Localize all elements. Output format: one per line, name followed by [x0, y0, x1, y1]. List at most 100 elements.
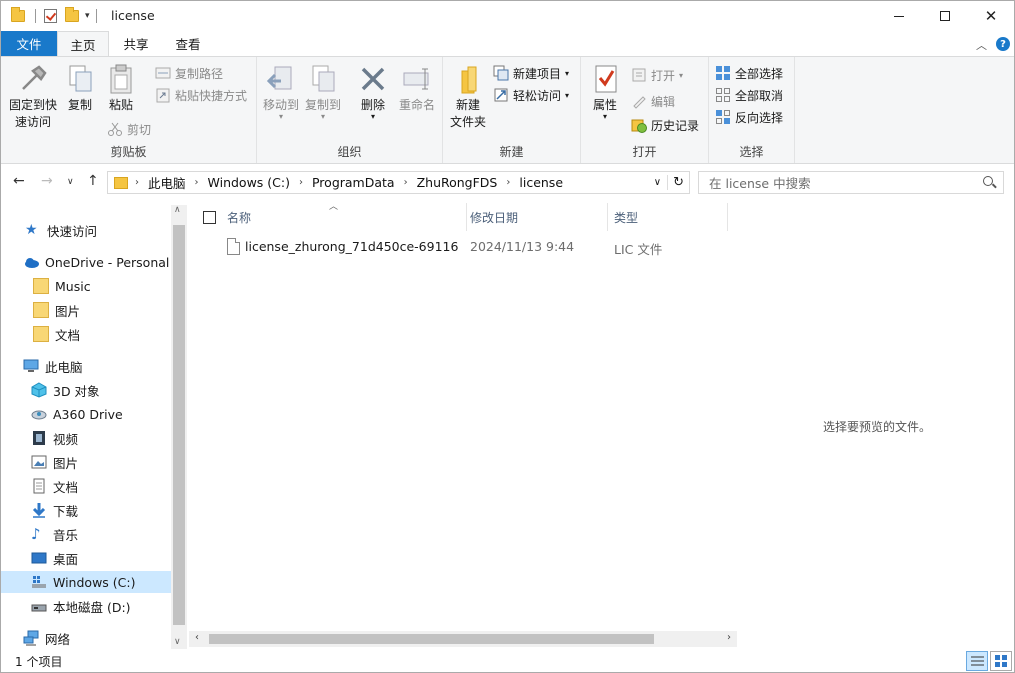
customize-toolbar-chevron-icon[interactable]: ▾: [85, 11, 90, 21]
tab-share[interactable]: 共享: [113, 31, 159, 56]
nav-onedrive[interactable]: OneDrive - Personal: [23, 251, 169, 273]
invert-selection-button[interactable]: 反向选择: [715, 107, 783, 127]
picture-icon: [31, 454, 47, 470]
file-row[interactable]: license_zhurong_71d450ce-69116a... 2024/…: [189, 235, 729, 259]
help-icon[interactable]: ?: [996, 37, 1010, 51]
delete-button[interactable]: 删除 ▾: [355, 63, 391, 121]
copy-path-button[interactable]: 复制路径: [155, 63, 223, 83]
history-button[interactable]: 历史记录: [631, 115, 699, 135]
column-header-type[interactable]: 类型: [606, 203, 728, 231]
folder-icon: [33, 278, 49, 294]
breadcrumb-chevron-icon[interactable]: ›: [499, 177, 517, 188]
scroll-left-chevron-icon[interactable]: ‹: [195, 632, 199, 643]
edit-label: 编辑: [651, 94, 676, 109]
collapse-ribbon-chevron-icon[interactable]: ︿: [976, 37, 987, 53]
breadcrumb-license[interactable]: license: [517, 175, 565, 190]
scroll-up-chevron-icon[interactable]: ∧: [174, 205, 181, 215]
preview-empty-text: 选择要预览的文件。: [823, 420, 932, 434]
close-button[interactable]: ✕: [968, 1, 1014, 31]
search-box[interactable]: 在 license 中搜索: [698, 171, 1004, 194]
nav-local-disk-d[interactable]: 本地磁盘 (D:): [31, 595, 131, 617]
paste-shortcut-button[interactable]: 粘贴快捷方式: [155, 85, 247, 105]
refresh-icon[interactable]: ↻: [667, 175, 689, 190]
star-icon: ★: [25, 222, 38, 238]
easy-access-button[interactable]: 轻松访问 ▾: [493, 85, 569, 105]
minimize-button[interactable]: [876, 1, 922, 31]
new-group-label: 新建: [499, 145, 524, 159]
nav-documents[interactable]: 文档: [31, 475, 78, 497]
address-bar[interactable]: › 此电脑 › Windows (C:) › ProgramData › Zhu…: [107, 171, 690, 194]
nav-quick-access[interactable]: ★ 快速访问: [25, 219, 97, 241]
breadcrumb-zhurongfds[interactable]: ZhuRongFDS: [415, 175, 500, 190]
forward-arrow-icon[interactable]: →: [41, 173, 53, 189]
scroll-right-chevron-icon[interactable]: ›: [727, 632, 731, 643]
scrollbar-thumb[interactable]: [173, 225, 185, 625]
copy-to-dropdown-icon: ▾: [320, 112, 325, 121]
copy-button[interactable]: 复制: [63, 63, 97, 114]
horizontal-scrollbar[interactable]: ‹ ›: [189, 631, 737, 647]
nav-onedrive-documents[interactable]: 文档: [33, 323, 80, 345]
open-button[interactable]: 打开 ▾: [631, 65, 683, 85]
tab-file[interactable]: 文件: [1, 31, 57, 56]
copy-to-button[interactable]: 复制到 ▾: [303, 63, 343, 121]
up-arrow-icon[interactable]: ↑: [87, 173, 99, 189]
nav-downloads[interactable]: 下载: [31, 499, 78, 521]
new-item-button[interactable]: 新建项目 ▾: [493, 63, 569, 83]
rename-button[interactable]: 重命名: [395, 63, 439, 114]
nav-this-pc[interactable]: 此电脑: [23, 355, 83, 377]
details-view-button[interactable]: [966, 651, 988, 671]
cut-button[interactable]: 剪切: [107, 119, 151, 139]
edit-button[interactable]: 编辑: [631, 91, 675, 111]
properties-button[interactable]: 属性 ▾: [587, 63, 623, 121]
nav-pictures[interactable]: 图片: [31, 451, 78, 473]
nav-onedrive-music[interactable]: Music: [33, 275, 91, 297]
move-to-button[interactable]: 移动到 ▾: [261, 63, 301, 121]
column-header-modified[interactable]: 修改日期: [462, 203, 608, 231]
video-icon: [31, 430, 47, 446]
maximize-button[interactable]: [922, 1, 968, 31]
breadcrumb-chevron-icon[interactable]: ›: [292, 177, 310, 188]
tab-home[interactable]: 主页: [57, 31, 109, 57]
breadcrumb-chevron-icon[interactable]: ›: [397, 177, 415, 188]
file-list: ︿ 名称 修改日期 类型 license_zhurong_71d450ce-69…: [189, 202, 737, 649]
nav-onedrive-pictures[interactable]: 图片: [33, 299, 80, 321]
breadcrumb-chevron-icon[interactable]: ›: [128, 177, 146, 188]
scroll-down-chevron-icon[interactable]: ∨: [174, 637, 181, 647]
nav-music[interactable]: ♪ 音乐: [31, 523, 78, 545]
scrollbar-thumb[interactable]: [209, 634, 654, 644]
cube-3d-icon: [31, 382, 47, 398]
recent-locations-chevron-icon[interactable]: ∨: [67, 177, 74, 187]
breadcrumb-windows-c[interactable]: Windows (C:): [206, 175, 292, 190]
select-all-button[interactable]: 全部选择: [715, 63, 783, 83]
navigation-scrollbar[interactable]: ∧ ∨: [171, 205, 187, 649]
select-none-button[interactable]: 全部取消: [715, 85, 783, 105]
breadcrumb-this-pc[interactable]: 此电脑: [146, 173, 188, 192]
column-header-name[interactable]: 名称: [219, 203, 467, 231]
breadcrumb-chevron-icon[interactable]: ›: [188, 177, 206, 188]
select-all-checkbox[interactable]: [203, 211, 216, 224]
pin-quick-access-button[interactable]: 固定到快 速访问: [7, 63, 59, 131]
large-icons-view-button[interactable]: [990, 651, 1012, 671]
tab-view[interactable]: 查看: [165, 31, 211, 56]
nav-videos[interactable]: 视频: [31, 427, 78, 449]
nav-windows-c[interactable]: Windows (C:): [1, 571, 171, 593]
properties-quick-icon[interactable]: [44, 9, 57, 23]
copy-to-icon: [307, 63, 339, 95]
select-group: 全部选择 全部取消 反向选择 选择: [709, 57, 795, 163]
close-icon: ✕: [984, 7, 998, 25]
search-icon[interactable]: [983, 176, 993, 186]
breadcrumb-programdata[interactable]: ProgramData: [310, 175, 397, 190]
nav-desktop[interactable]: 桌面: [31, 547, 78, 569]
nav-network[interactable]: 网络: [23, 627, 70, 649]
back-arrow-icon[interactable]: ←: [13, 173, 25, 189]
paste-button[interactable]: 粘贴: [101, 63, 141, 114]
address-history-chevron-icon[interactable]: ∨: [648, 177, 667, 188]
nav-label: 音乐: [53, 527, 79, 543]
select-group-label: 选择: [739, 145, 764, 159]
nav-3d-objects[interactable]: 3D 对象: [31, 379, 100, 401]
history-label: 历史记录: [651, 118, 700, 133]
new-folder-button[interactable]: 新建 文件夹: [447, 63, 489, 131]
select-all-label: 全部选择: [735, 66, 784, 81]
nav-a360-drive[interactable]: A360 Drive: [31, 403, 123, 425]
new-folder-quick-icon[interactable]: [65, 7, 79, 22]
